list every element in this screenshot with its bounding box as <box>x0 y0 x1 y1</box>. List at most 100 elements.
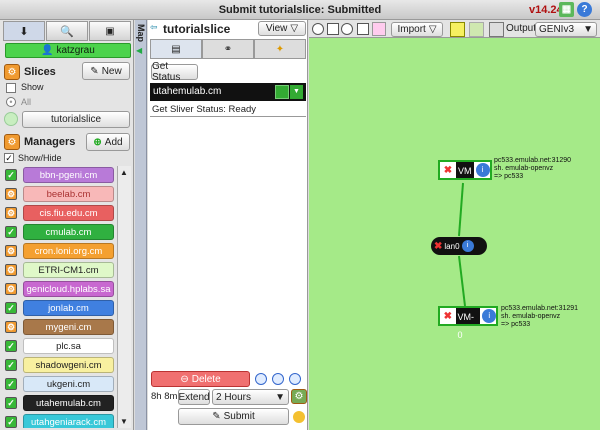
add-manager-button[interactable]: ⊕ Add <box>86 133 130 151</box>
slice-item-tutorialslice[interactable]: tutorialslice <box>22 111 130 128</box>
play-icon[interactable] <box>255 373 267 385</box>
manager-label[interactable]: mygeni.cm <box>23 319 114 335</box>
manager-label[interactable]: ukgeni.cm <box>23 376 114 392</box>
manager-label[interactable]: cis.fiu.edu.cm <box>23 205 114 221</box>
manager-label[interactable]: cmulab.cm <box>23 224 114 240</box>
cm-console-icon[interactable] <box>275 85 289 99</box>
showhide-checkbox[interactable]: ✓ <box>4 153 14 163</box>
manager-row[interactable]: ⚙ beelab.cm <box>4 185 117 203</box>
manager-label[interactable]: beelab.cm <box>23 186 114 202</box>
manager-checkbox[interactable]: ✓ <box>5 397 17 409</box>
redo-icon[interactable] <box>469 22 484 37</box>
refresh-icon[interactable] <box>289 373 301 385</box>
manager-checkbox[interactable]: ✓ <box>5 416 17 428</box>
manager-checkbox[interactable]: ✓ <box>5 378 17 390</box>
settings-icon[interactable]: ⚙ <box>291 389 307 404</box>
node-vm[interactable]: ✖ VM i <box>438 160 492 180</box>
eraser-icon[interactable] <box>372 22 386 36</box>
tab-search[interactable]: 🔍 <box>46 21 88 41</box>
tools-icon: ✦ <box>275 43 285 55</box>
grid-icon[interactable]: ▦ <box>559 2 574 17</box>
tab-download[interactable]: ⬇ <box>3 21 45 41</box>
manager-label[interactable]: cron.loni.org.cm <box>23 243 114 259</box>
delete-node-icon[interactable]: ✖ <box>434 241 442 252</box>
scroll-up-icon[interactable]: ▲ <box>120 168 128 177</box>
manager-label[interactable]: utahemulab.cm <box>23 395 114 411</box>
get-status-button[interactable]: Get Status <box>151 61 198 83</box>
map-tab[interactable] <box>135 20 147 430</box>
map-arrow-icon: ◀ <box>136 46 143 55</box>
sliver-status: Get Sliver Status: Ready <box>152 104 257 115</box>
show-checkbox[interactable] <box>6 83 16 93</box>
output-format-select[interactable]: GENIv3 ▼ <box>535 22 597 37</box>
manager-row[interactable]: ⚙ cron.loni.org.cm <box>4 242 117 260</box>
new-slice-button[interactable]: ✎ New <box>82 62 130 80</box>
manager-checkbox[interactable]: ✓ <box>5 359 17 371</box>
scroll-down-icon[interactable]: ▼ <box>120 417 128 426</box>
manager-settings-icon[interactable]: ⚙ <box>5 264 17 276</box>
manager-checkbox[interactable]: ✓ <box>5 302 17 314</box>
all-radio[interactable]: • <box>6 97 16 107</box>
manager-row[interactable]: ✓ bbn-pgeni.cm <box>4 166 117 184</box>
manager-settings-icon[interactable]: ⚙ <box>5 321 17 333</box>
view-dropdown[interactable]: View ▽ <box>258 21 306 36</box>
tab-canvas[interactable]: ▤ <box>150 39 202 59</box>
tab-terminal[interactable]: ▣ <box>89 21 131 41</box>
manager-label[interactable]: genicloud.hplabs.sa <box>23 281 114 297</box>
manager-checkbox[interactable]: ✓ <box>5 340 17 352</box>
add-label: Add <box>104 136 123 148</box>
manager-row[interactable]: ✓ utahemulab.cm <box>4 394 117 412</box>
manager-row[interactable]: ✓ plc.sa <box>4 337 117 355</box>
title-bar: Submit tutorialslice: Submitted v14.24 ▦… <box>0 0 600 20</box>
node-vm0[interactable]: ✖ VM-0 i <box>438 306 498 340</box>
help-icon[interactable]: ? <box>577 2 592 17</box>
delete-button[interactable]: ⊖ Delete <box>151 371 250 387</box>
info-icon[interactable]: i <box>482 309 496 323</box>
manager-row[interactable]: ✓ jonlab.cm <box>4 299 117 317</box>
list-icon[interactable] <box>357 23 369 35</box>
stop-icon[interactable] <box>272 373 284 385</box>
manager-scrollbar[interactable]: ▲ ▼ <box>117 166 131 428</box>
cm-row[interactable]: utahemulab.cm ▼ <box>150 83 306 101</box>
manager-label[interactable]: bbn-pgeni.cm <box>23 167 114 183</box>
user-button[interactable]: 👤 katzgrau <box>5 43 131 58</box>
select-icon[interactable] <box>312 23 324 35</box>
extend-button[interactable]: Extend <box>178 389 210 405</box>
manager-row[interactable]: ⚙ ETRI-CM1.cm <box>4 261 117 279</box>
manager-row[interactable]: ⚙ cis.fiu.edu.cm <box>4 204 117 222</box>
manager-settings-icon[interactable]: ⚙ <box>5 188 17 200</box>
tab-links[interactable]: ⚭ <box>202 39 254 59</box>
submit-button[interactable]: ✎ Submit <box>178 408 289 425</box>
node-icon[interactable] <box>327 23 339 35</box>
manager-row[interactable]: ⚙ mygeni.cm <box>4 318 117 336</box>
import-dropdown[interactable]: Import ▽ <box>391 22 443 37</box>
manager-settings-icon[interactable]: ⚙ <box>5 207 17 219</box>
manager-checkbox[interactable]: ✓ <box>5 226 17 238</box>
manager-row[interactable]: ✓ cmulab.cm <box>4 223 117 241</box>
manager-row[interactable]: ⚙ genicloud.hplabs.sa <box>4 280 117 298</box>
manager-label[interactable]: shadowgeni.cm <box>23 357 114 373</box>
manager-checkbox[interactable]: ✓ <box>5 169 17 181</box>
manager-label[interactable]: utahgeniarack.cm <box>23 414 114 428</box>
info-icon[interactable]: i <box>461 240 474 252</box>
manager-label[interactable]: jonlab.cm <box>23 300 114 316</box>
manager-settings-icon[interactable]: ⚙ <box>5 283 17 295</box>
extend-duration-select[interactable]: 2 Hours ▼ <box>212 389 289 405</box>
manager-label[interactable]: plc.sa <box>23 338 114 354</box>
delete-node-icon[interactable]: ✖ <box>440 311 456 322</box>
tab-tools[interactable]: ✦ <box>254 39 306 59</box>
status-indicator-icon <box>293 411 305 423</box>
circle-icon[interactable] <box>341 23 353 35</box>
manager-row[interactable]: ✓ ukgeni.cm <box>4 375 117 393</box>
info-icon[interactable]: i <box>475 163 490 177</box>
manager-row[interactable]: ✓ utahgeniarack.cm <box>4 413 117 428</box>
topology-canvas[interactable]: ✖ VM i pc533.emulab.net:31290 sh. emulab… <box>309 38 600 430</box>
manager-settings-icon[interactable]: ⚙ <box>5 245 17 257</box>
node-lan0[interactable]: ✖ lan0 i <box>431 237 487 255</box>
delete-node-icon[interactable]: ✖ <box>440 165 456 176</box>
divider <box>150 116 306 117</box>
manager-label[interactable]: ETRI-CM1.cm <box>23 262 114 278</box>
undo-icon[interactable] <box>450 22 465 37</box>
cm-dropdown-icon[interactable]: ▼ <box>290 85 303 99</box>
manager-row[interactable]: ✓ shadowgeni.cm <box>4 356 117 374</box>
